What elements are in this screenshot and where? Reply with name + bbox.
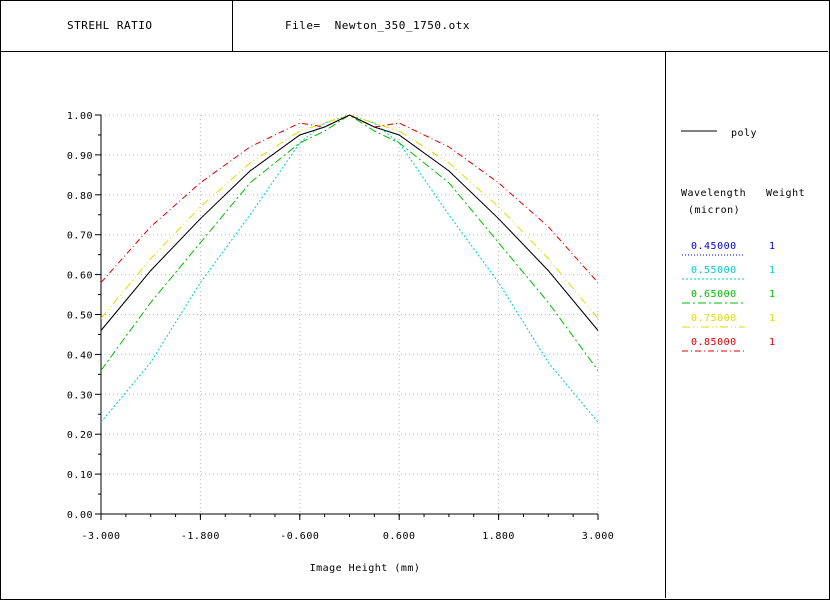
legend-col-weight: Weight bbox=[766, 188, 805, 199]
x-tick-label: -1.800 bbox=[181, 531, 220, 542]
legend-weight: 1 bbox=[769, 337, 776, 348]
series-line-0.65000 bbox=[100, 114, 599, 371]
legend-weight: 1 bbox=[769, 313, 776, 324]
y-tick-label: 0.00 bbox=[67, 510, 93, 521]
series-line-0.85000 bbox=[100, 114, 599, 283]
x-tick-label: -0.600 bbox=[280, 531, 319, 542]
legend-weight: 1 bbox=[769, 241, 776, 252]
legend-col-wavelength: Wavelength bbox=[681, 188, 746, 199]
x-tick-label: 1.800 bbox=[482, 531, 515, 542]
y-tick-label: 1.00 bbox=[67, 111, 93, 122]
y-tick-label: 0.10 bbox=[67, 470, 93, 481]
series-line-0.55000 bbox=[100, 114, 599, 423]
legend-wavelength-0.85000: 0.85000 bbox=[691, 337, 737, 348]
legend-wavelength-0.55000: 0.55000 bbox=[691, 265, 737, 276]
grid-lines bbox=[100, 114, 599, 515]
poly-legend-label: poly bbox=[731, 128, 757, 139]
y-tick-label: 0.70 bbox=[67, 231, 93, 242]
series-line-0.45000 bbox=[100, 114, 599, 331]
y-tick-label: 0.50 bbox=[67, 311, 93, 322]
y-tick-label: 0.80 bbox=[67, 191, 93, 202]
legend-wavelength-0.45000: 0.45000 bbox=[691, 241, 737, 252]
x-axis-label: Image Height (mm) bbox=[310, 563, 421, 574]
y-tick-label: 0.20 bbox=[67, 430, 93, 441]
legend-wavelength-0.65000: 0.65000 bbox=[691, 289, 737, 300]
x-tick-label: -3.000 bbox=[81, 531, 120, 542]
legend-unit: (micron) bbox=[688, 205, 740, 216]
y-tick-label: 0.60 bbox=[67, 271, 93, 282]
legend: poly Wavelength Weight (micron) 0.45000 1… bbox=[681, 128, 805, 352]
series-line-0.75000 bbox=[100, 114, 599, 319]
legend-weight: 1 bbox=[769, 289, 776, 300]
tick-labels: 0.00 0.10 0.20 0.30 0.40 0.50 0.60 0.70 0.80 0.90… bbox=[67, 111, 614, 542]
x-tick-label: 0.600 bbox=[383, 531, 416, 542]
strehl-ratio-chart: 0.00 0.10 0.20 0.30 0.40 0.50 0.60 0.70 0.80 0.90… bbox=[67, 111, 805, 574]
axes bbox=[95, 114, 599, 520]
x-tick-label: 3.000 bbox=[582, 531, 615, 542]
y-tick-label: 0.30 bbox=[67, 390, 93, 401]
series-line-poly bbox=[100, 114, 599, 331]
series-lines bbox=[100, 114, 599, 423]
y-tick-label: 0.90 bbox=[67, 151, 93, 162]
y-tick-label: 0.40 bbox=[67, 350, 93, 361]
legend-wavelength-0.75000: 0.75000 bbox=[691, 313, 737, 324]
legend-weight: 1 bbox=[769, 265, 776, 276]
